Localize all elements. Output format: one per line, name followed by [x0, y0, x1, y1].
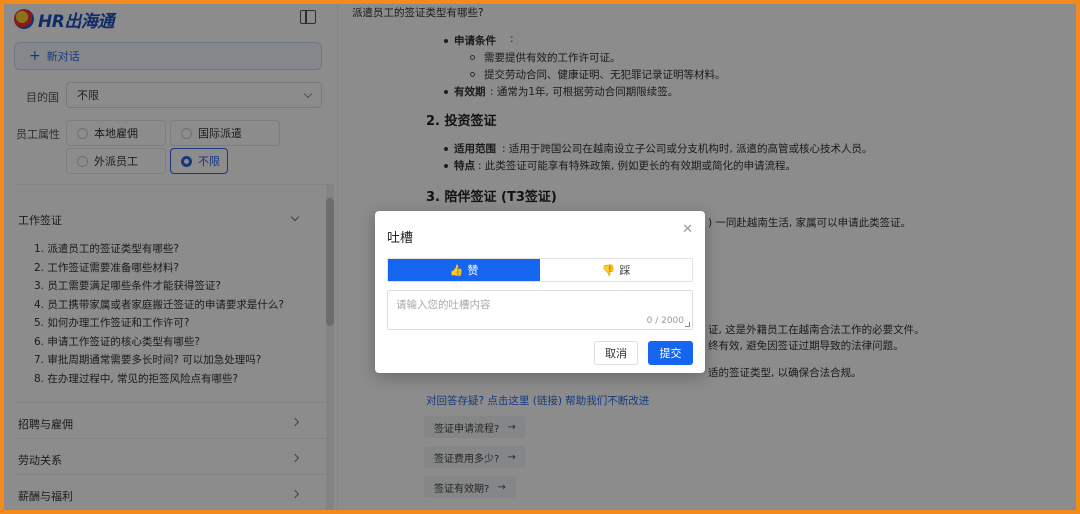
app-window: HR出海通 + 新对话 目的国 不限 员工属性 本地雇佣 国际派遣 外派员工 不…: [4, 4, 1076, 510]
rating-toggle: 👍 赞 👎 踩: [387, 258, 693, 282]
dialog-title: 吐槽: [387, 231, 414, 246]
like-button[interactable]: 👍 赞: [388, 259, 540, 281]
textarea-placeholder: 请输入您的吐槽内容: [396, 299, 491, 311]
char-counter: 0 / 2000: [646, 316, 684, 326]
feedback-textarea[interactable]: 请输入您的吐槽内容 0 / 2000: [387, 290, 693, 330]
resize-handle-icon[interactable]: [685, 322, 690, 327]
thumbs-up-icon: 👍: [449, 263, 464, 277]
cancel-button[interactable]: 取消: [594, 341, 638, 365]
dislike-label: 踩: [619, 264, 631, 277]
like-label: 赞: [467, 264, 479, 277]
close-icon[interactable]: ✕: [682, 222, 693, 237]
dislike-button[interactable]: 👎 踩: [540, 259, 692, 281]
thumbs-down-icon: 👎: [601, 263, 616, 277]
submit-button[interactable]: 提交: [648, 341, 693, 365]
feedback-dialog: 吐槽 ✕ 👍 赞 👎 踩 请输入您的吐槽内容 0 / 2000 取消 提交: [375, 211, 705, 373]
